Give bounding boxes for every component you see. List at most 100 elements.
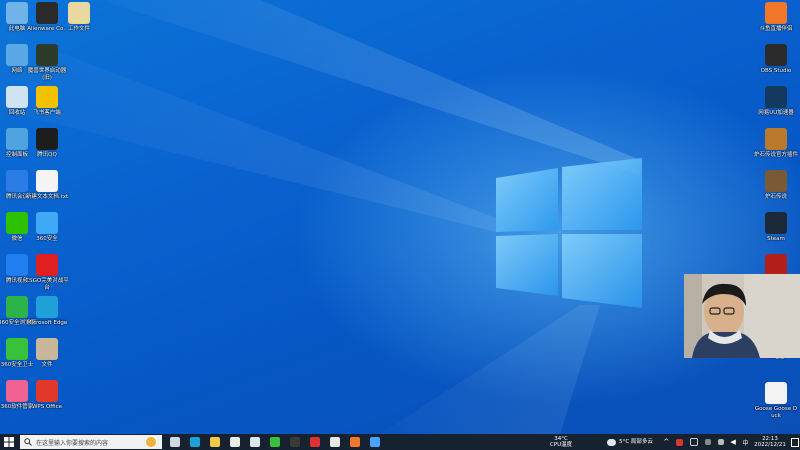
taskbar-app-obs[interactable] [286, 434, 304, 450]
desktop-icon-label: 飞书客户端 [33, 110, 61, 116]
file-icon [36, 338, 58, 360]
360-browser-icon [270, 437, 280, 447]
search-icon [24, 438, 32, 446]
obs-icon [290, 437, 300, 447]
tray-device-icon[interactable] [704, 439, 711, 445]
folder-icon [68, 2, 90, 24]
taskbar: 在这里输入你要搜索的内容 34°C CPU温度 5°C 局部多云 ^ ◀ 中 2… [0, 434, 800, 450]
clock-date: 2022/12/21 [754, 442, 786, 448]
edge-icon [36, 296, 58, 318]
cpu-temp-widget[interactable]: 34°C CPU温度 [546, 434, 576, 450]
webcam-overlay [684, 274, 800, 358]
desktop-icon-label: 腾讯QQ [37, 152, 57, 158]
desktop-icon-label: WPS Office [31, 404, 63, 410]
desktop-icon-label: 工作文件 [67, 26, 90, 32]
taskbar-app-douyu[interactable] [346, 434, 364, 450]
desktop-icon-steam[interactable]: Steam [754, 212, 798, 243]
taskbar-app-file-explorer[interactable] [206, 434, 224, 450]
desktop-icon-game-platform[interactable]: CSGO完美对战平台 [25, 254, 69, 292]
wallpaper-light-beams [0, 0, 640, 434]
tray-app-icon[interactable] [676, 438, 684, 446]
ime-icon[interactable]: 中 [743, 438, 749, 447]
taskbar-app-edge[interactable] [186, 434, 204, 450]
photos-icon [330, 437, 340, 447]
notification-button[interactable] [790, 434, 800, 450]
desktop-icon-label: 文件 [41, 362, 53, 368]
wps-icon [36, 380, 58, 402]
desktop-icon-label: CSGO完美对战平台 [25, 278, 69, 291]
monitor-icon [370, 437, 380, 447]
desktop-icon-security[interactable]: 360安全 [25, 212, 69, 243]
start-button[interactable] [0, 434, 18, 450]
desktop-icon-label: 网易UU加速器 [758, 110, 794, 116]
desktop-icon-label: 新建文本文档.txt [25, 194, 69, 200]
desktop-icon-lark[interactable]: 飞书客户端 [25, 86, 69, 117]
taskbar-app-store[interactable] [226, 434, 244, 450]
douyu-icon [765, 2, 787, 24]
desktop-icon-label: OBS Studio [760, 68, 792, 74]
taskbar-app-task-view[interactable] [166, 434, 184, 450]
task-view-icon [170, 437, 180, 447]
desktop-icon-label: 360安全 [36, 236, 58, 242]
mail-icon [250, 437, 260, 447]
file-explorer-icon [210, 437, 220, 447]
desktop-icon-goose[interactable]: Goose Goose Duck [754, 382, 798, 420]
obs-icon [765, 44, 787, 66]
taskbar-app-stream-app[interactable] [306, 434, 324, 450]
desktop-icon-label: Microsoft Edge [26, 320, 68, 326]
volume-icon[interactable]: ◀ [730, 438, 735, 446]
taskbar-app-360-browser[interactable] [266, 434, 284, 450]
desktop-icon-label: 炉石传说 [764, 194, 787, 200]
notification-icon [791, 437, 799, 447]
alienware-icon [36, 2, 58, 24]
desktop-icon-label: Goose Goose Duck [754, 406, 798, 419]
desktop: 此电脑 Alienware Co.. 工作文件 网络 魔兽世界启动器(旧) 回收站 飞书客户… [0, 0, 800, 434]
hearthstone-icon [765, 170, 787, 192]
dota-icon [765, 254, 787, 276]
system-tray: ^ ◀ 中 [660, 434, 752, 450]
taskbar-app-monitor[interactable] [366, 434, 384, 450]
desktop-icon-label: 斗鱼直播伴侣 [759, 26, 793, 32]
nvidia-icon [36, 44, 58, 66]
desktop-icon-nvidia[interactable]: 魔兽世界启动器(旧) [25, 44, 69, 82]
desktop-icon-uu-accelerator[interactable]: 网易UU加速器 [754, 86, 798, 117]
desktop-icon-obs[interactable]: OBS Studio [754, 44, 798, 75]
cpu-temp-label: CPU温度 [549, 442, 573, 448]
search-box[interactable]: 在这里输入你要搜索的内容 [20, 435, 162, 449]
steam-icon [765, 212, 787, 234]
desktop-icon-qq[interactable]: 腾讯QQ [25, 128, 69, 159]
desktop-icon-label: 魔兽世界启动器(旧) [27, 68, 67, 81]
taskbar-app-mail[interactable] [246, 434, 264, 450]
windows-logo-wallpaper [496, 158, 642, 308]
goose-icon [765, 382, 787, 404]
desktop-icon-text-file[interactable]: 新建文本文档.txt [25, 170, 69, 201]
cloud-icon [607, 438, 617, 446]
desktop-icon-edge[interactable]: Microsoft Edge [25, 296, 69, 327]
desktop-icon-folder[interactable]: 工作文件 [57, 2, 101, 33]
hearthstone-deck-icon [765, 128, 787, 150]
desktop-icon-label: Steam [767, 236, 785, 242]
search-placeholder: 在这里输入你要搜索的内容 [36, 439, 109, 447]
tray-monitor-icon[interactable] [689, 438, 698, 446]
desktop-icon-file[interactable]: 文件 [25, 338, 69, 369]
chevron-up-icon[interactable]: ^ [663, 438, 669, 446]
clock[interactable]: 22:13 2022/12/21 [752, 434, 788, 450]
taskbar-app-photos[interactable] [326, 434, 344, 450]
weather-widget[interactable]: 5°C 局部多云 [602, 434, 658, 450]
desktop-icon-label: 炉石传说官方插件 [754, 152, 799, 158]
search-highlight-icon [146, 437, 156, 447]
security-icon [36, 212, 58, 234]
lark-icon [36, 86, 58, 108]
edge-icon [190, 437, 200, 447]
desktop-icon-douyu[interactable]: 斗鱼直播伴侣 [754, 2, 798, 33]
desktop-icon-hearthstone[interactable]: 炉石传说 [754, 170, 798, 201]
store-icon [230, 437, 240, 447]
network-icon[interactable] [717, 439, 724, 445]
stream-app-icon [310, 437, 320, 447]
desktop-icon-wps[interactable]: WPS Office [25, 380, 69, 411]
douyu-icon [350, 437, 360, 447]
desktop-icon-hearthstone-deck[interactable]: 炉石传说官方插件 [754, 128, 798, 159]
text-file-icon [36, 170, 58, 192]
weather-text: 5°C 局部多云 [619, 439, 653, 445]
game-platform-icon [36, 254, 58, 276]
